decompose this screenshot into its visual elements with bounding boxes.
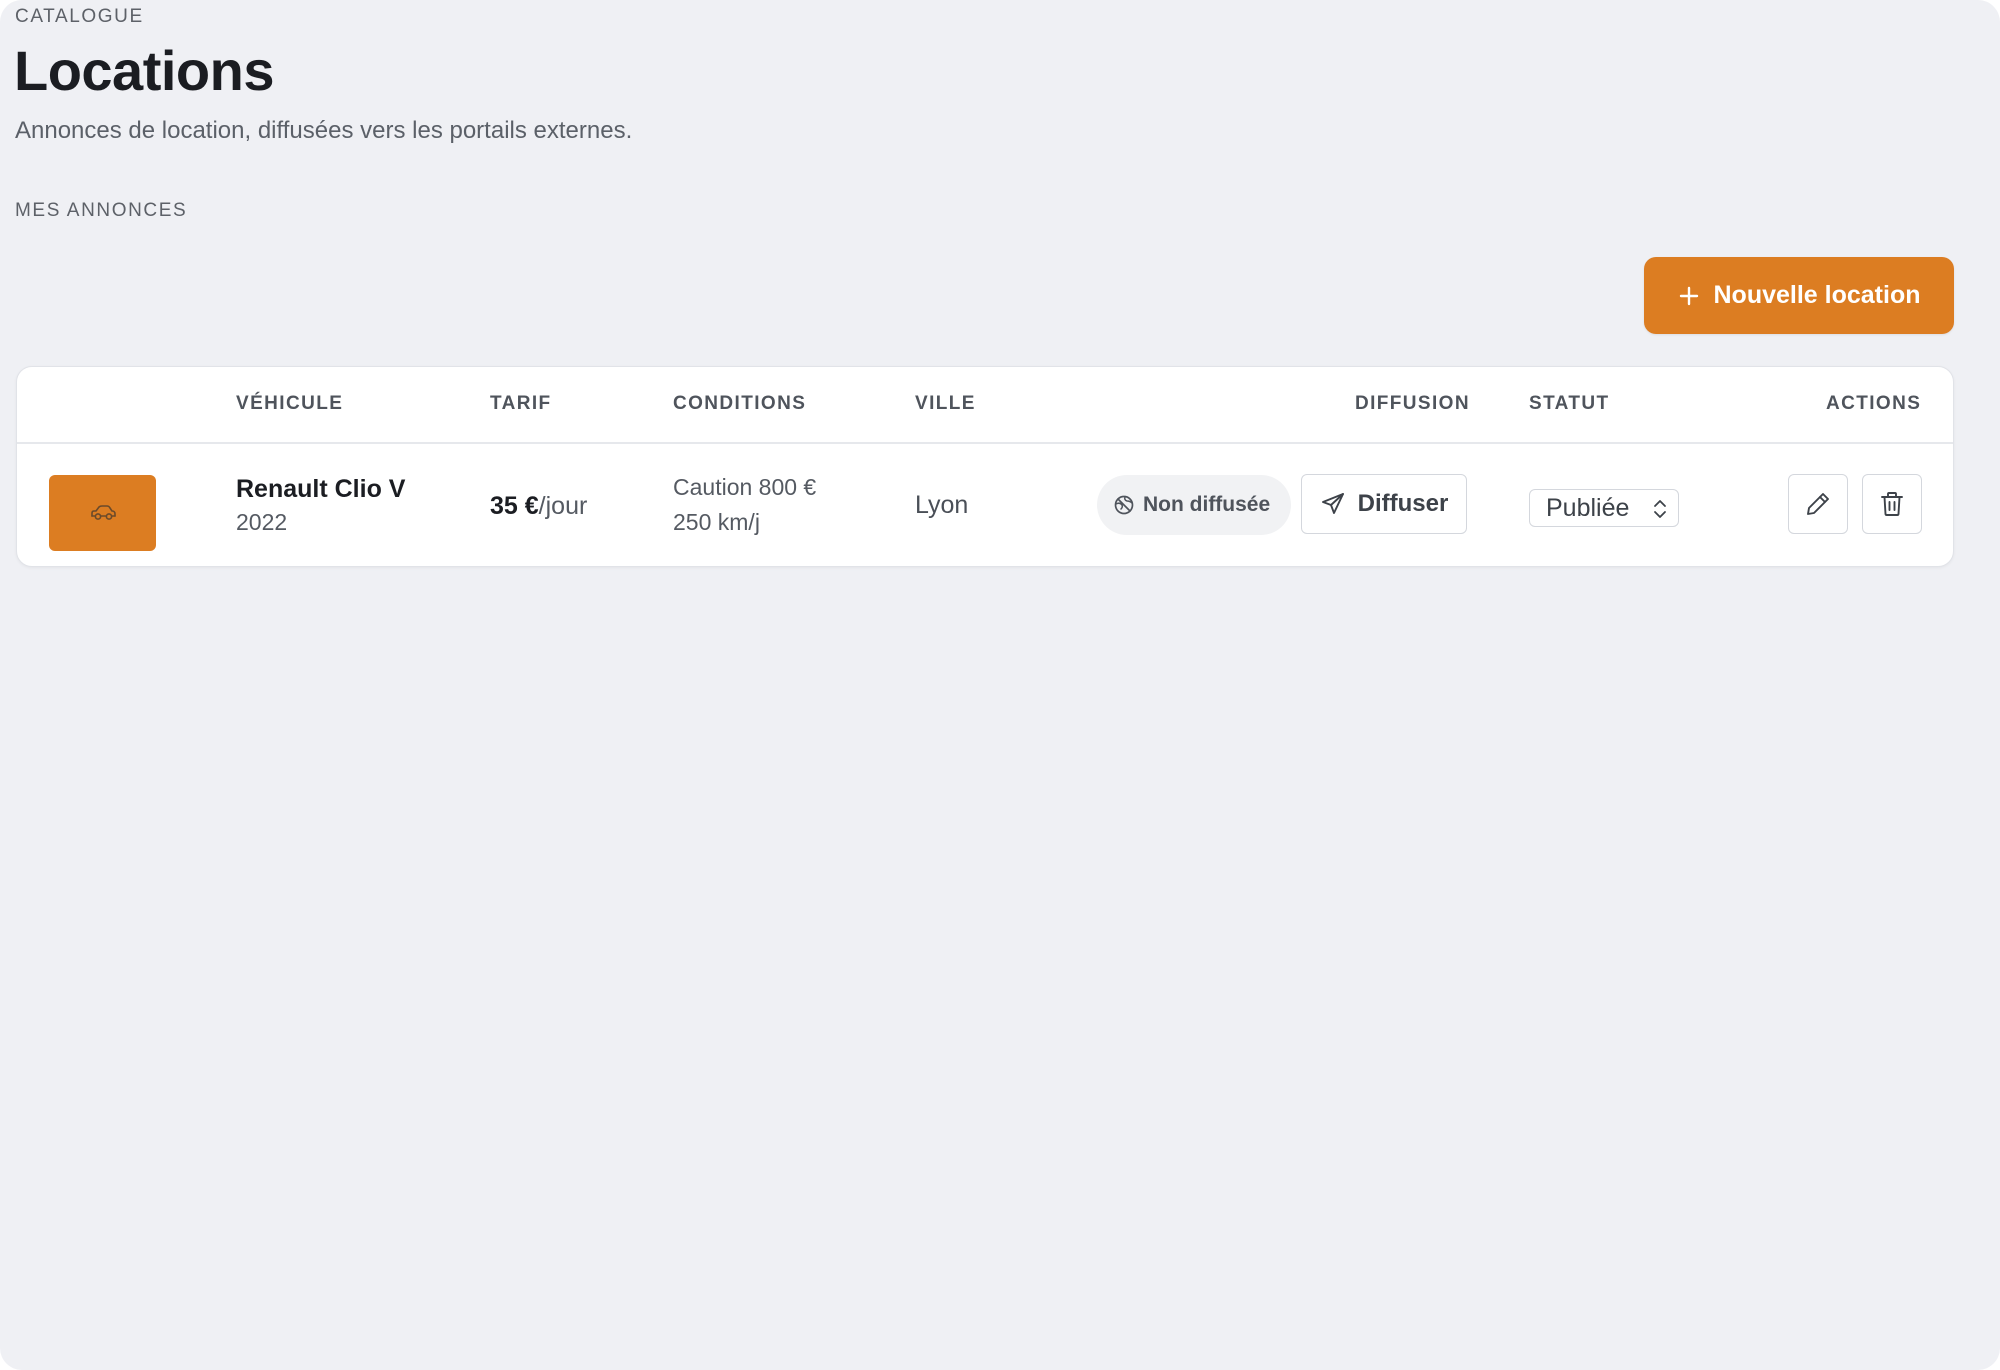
pencil-icon	[1807, 493, 1829, 515]
column-header-conditions: CONDITIONS	[673, 393, 807, 414]
listings-table: VÉHICULE TARIF CONDITIONS VILLE DIFFUSIO…	[16, 366, 1954, 567]
new-location-label: Nouvelle location	[1713, 281, 1921, 309]
table-header: VÉHICULE TARIF CONDITIONS VILLE DIFFUSIO…	[17, 367, 1953, 444]
vehicle-year: 2022	[236, 509, 288, 535]
diffusion-status-label: Non diffusée	[1143, 493, 1271, 516]
column-header-statut: STATUT	[1529, 393, 1610, 414]
globe-off-icon	[1114, 495, 1134, 515]
app-window: CATALOGUE Locations Annonces de location…	[0, 0, 2000, 1370]
column-header-actions: ACTIONS	[1826, 393, 1922, 414]
price: 35 €/jour	[490, 492, 587, 521]
column-header-vehicle: VÉHICULE	[236, 393, 344, 414]
diffuse-button[interactable]: Diffuser	[1301, 474, 1467, 534]
city: Lyon	[915, 491, 969, 519]
trash-icon	[1881, 492, 1903, 516]
vehicle-thumbnail	[49, 475, 156, 551]
status-value: Publiée	[1546, 493, 1630, 522]
page-subtitle: Annonces de location, diffusées vers les…	[15, 117, 633, 144]
send-icon	[1321, 493, 1344, 514]
price-amount: 35 €	[490, 492, 539, 520]
diffusion-status-badge: Non diffusée	[1097, 475, 1291, 535]
vehicle-name: Renault Clio V	[236, 475, 406, 503]
status-select[interactable]: Publiée	[1529, 489, 1679, 527]
section-label: MES ANNONCES	[15, 200, 188, 221]
plus-icon	[1679, 286, 1698, 305]
price-unit: /jour	[538, 492, 588, 520]
car-icon	[90, 505, 116, 520]
edit-button[interactable]	[1788, 474, 1848, 534]
condition-mileage: 250 km/j	[673, 509, 760, 535]
chevron-up-down-icon	[1654, 500, 1666, 518]
delete-button[interactable]	[1862, 474, 1922, 534]
condition-deposit: Caution 800 €	[673, 474, 817, 500]
column-header-ville: VILLE	[915, 393, 976, 414]
page-title: Locations	[14, 39, 274, 102]
breadcrumb: CATALOGUE	[15, 6, 144, 27]
new-location-button[interactable]: Nouvelle location	[1644, 257, 1954, 334]
table-row[interactable]: Renault Clio V 2022 35 €/jour Caution 80…	[17, 444, 1953, 566]
column-header-tarif: TARIF	[490, 393, 552, 414]
column-header-diffusion: DIFFUSION	[1355, 393, 1470, 414]
diffuse-label: Diffuser	[1357, 490, 1449, 517]
